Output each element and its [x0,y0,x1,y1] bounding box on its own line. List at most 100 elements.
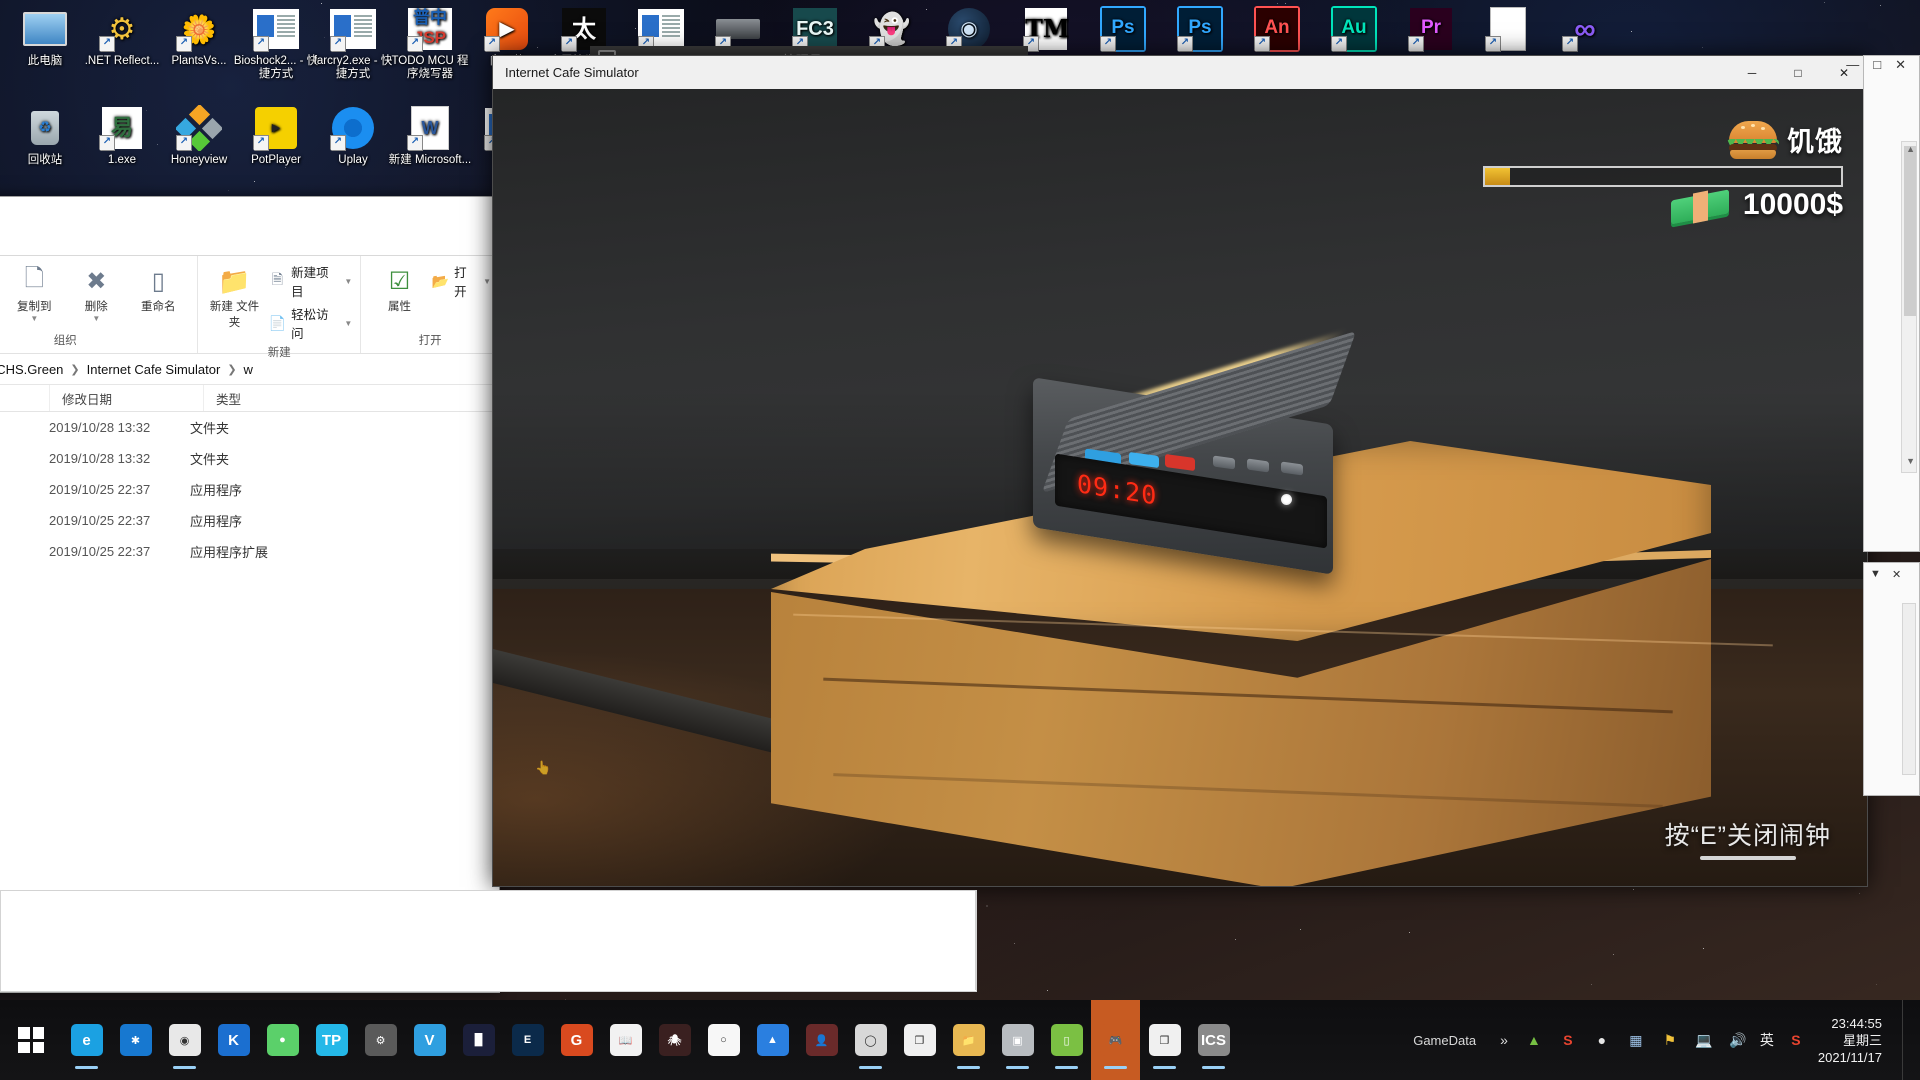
strip2-collapse-icon[interactable]: ▼ [1870,568,1881,580]
strip2-close-icon[interactable]: ✕ [1892,568,1901,581]
file-explorer-window[interactable]: ontent 查看 📋 复制路径 📄 粘贴快捷方式 ⬅ 移动到 [0,196,500,993]
share-icon[interactable]: ▲ [1522,1028,1546,1052]
root-maximize-icon[interactable]: □ [1873,57,1881,73]
gamedata-label[interactable]: GameData [1413,1033,1476,1048]
breadcrumb-item-1[interactable]: 3DMGAME_Internet_Cafe_Simulator.CHS.Gree… [0,362,63,377]
game-window[interactable]: Internet Cafe Simulator ─ □ ✕ 无线电钟 [492,55,1868,887]
desktop-icon-farcry2-shortcut-icon[interactable]: ↗ farcry2.exe - 快捷方式 [310,6,396,81]
strip-down-arrow-icon[interactable]: ▼ [1906,456,1915,466]
file-name-cell[interactable]: MonoBleedingEdge [0,443,49,474]
file-row[interactable]: UnityPlayer.dll2019/10/25 22:37 应用程序扩展 [0,536,499,567]
desktop-icon-premiere-icon[interactable]: Pr ↗ [1388,6,1474,55]
taskbar-item-tb-book[interactable]: 📖 [601,1000,650,1080]
radio-alarm-clock[interactable]: 无线电钟 09:20 [1033,330,1363,575]
file-row[interactable]: Internet Cafe Simulator.exe2019/10/25 22… [0,474,499,505]
root-window-controls[interactable]: — □ ✕ [1846,57,1906,73]
taskbar-item-tb-egg[interactable]: ○ [699,1000,748,1080]
taskbar-item-tb-g[interactable]: G [552,1000,601,1080]
taskbar-item-tb-wechat[interactable]: ● [258,1000,307,1080]
delete-caret-icon[interactable]: ▼ [92,314,100,323]
taskbar-item-tb-dark[interactable]: █ [454,1000,503,1080]
new-item-caret-icon[interactable]: ▼ [344,277,352,286]
desktop-icon-bioshock2-shortcut-icon[interactable]: ↗ Bioshock2... - 快捷方式 [233,6,319,81]
desktop-icon-plants-vs-zombies-icon[interactable]: 🌼 ↗ PlantsVs... [156,6,242,68]
file-list-header[interactable]: 名称 修改日期 类型 ▲ [0,385,499,412]
strip2-scrollbar[interactable] [1902,603,1916,775]
file-name-cell[interactable]: Internet Cafe Simulator_Data [0,412,49,443]
ime-language-label[interactable]: 英 [1760,1030,1774,1050]
taskbar-item-tb-person[interactable]: 👤 [797,1000,846,1080]
taskbar-item-tb-clock[interactable]: ◯ [846,1000,895,1080]
taskbar-item-tb-windows[interactable]: ❐ [895,1000,944,1080]
background-window-strip-top[interactable]: ▲ ▼ [1863,55,1920,552]
taskbar-item-tb-kingsoft[interactable]: K [209,1000,258,1080]
taskbar-item-tb-explorer[interactable]: 📁 [944,1000,993,1080]
ribbon-group-organize[interactable]: ⬅ 移动到 ▼ 🗋 复制到 ▼ ✖ 删除 ▼ ▯ 重命名 [0,256,199,353]
column-header-date[interactable]: 修改日期 [49,385,203,411]
background-window-strip-bottom[interactable]: ▼ ✕ [1863,562,1920,796]
open-button[interactable]: 📂 打开 ▼ [432,260,491,302]
show-desktop-button[interactable] [1902,1000,1912,1080]
grid-icon[interactable]: ▦ [1624,1028,1648,1052]
taskbar-item-tb-tp[interactable]: TP [307,1000,356,1080]
column-header-type[interactable]: 类型 [203,385,336,411]
obs-icon[interactable]: ● [1590,1028,1614,1052]
taskbar-item-tb-gray[interactable]: ▣ [993,1000,1042,1080]
tray-expand-chevron-icon[interactable]: » [1496,1032,1512,1048]
ribbon-group-open[interactable]: ☑ 属性 📂 打开 ▼ 打开 [361,256,499,353]
taskbar-item-tb-ics[interactable]: ICS [1189,1000,1238,1080]
file-row[interactable]: MonoBleedingEdge2019/10/28 13:32 文件夹 [0,443,499,474]
explorer-ribbon[interactable]: 📋 复制路径 📄 粘贴快捷方式 ⬅ 移动到 ▼ 🗋 复制到 [0,256,499,359]
desktop-icon-animate-icon[interactable]: An ↗ [1234,6,1320,55]
desktop-icon-exe-file-icon[interactable]: 易 ↗ 1.exe [79,105,165,167]
desktop-icon-visual-studio-icon[interactable]: ∞ ↗ [1542,6,1628,55]
taskbar-item-tb-tool[interactable]: ⚙ [356,1000,405,1080]
properties-button[interactable]: ☑ 属性 [369,260,429,314]
desktop-icon-word-document-icon[interactable]: W ↗ 新建 Microsoft... [387,105,473,167]
taskbar-item-tb-game[interactable]: 🎮 [1091,1000,1140,1080]
minimize-button[interactable]: ─ [1729,56,1775,89]
rename-button[interactable]: ▯ 重命名 [127,260,189,314]
taskbar-item-tb-chrome[interactable]: ◉ [160,1000,209,1080]
file-name-cell[interactable]: Internet Cafe Simulator.exe [0,474,49,505]
root-minimize-icon[interactable]: — [1846,57,1859,73]
copy-to-caret-icon[interactable]: ▼ [30,314,38,323]
easy-access-caret-icon[interactable]: ▼ [344,319,352,328]
system-tray[interactable]: GameData » ▲ S ● ▦ ⚑ 💻 🔊 英 S 23:44:55 星期… [1413,1000,1920,1080]
column-header-name[interactable]: 名称 [0,385,49,411]
desktop-icon-uplay-icon[interactable]: ↗ Uplay [310,105,396,167]
file-name-cell[interactable]: UnityPlayer.dll [0,536,49,567]
game-viewport[interactable]: 无线电钟 09:20 👆 饥饿 [493,89,1867,886]
open-caret-icon[interactable]: ▼ [483,277,491,286]
delete-button[interactable]: ✖ 删除 ▼ [65,260,127,324]
taskbar-item-tb-chat[interactable]: ✱ [111,1000,160,1080]
file-name-cell[interactable]: ◂UnityCrashHandler64.exe [0,505,49,536]
file-row[interactable]: Internet Cafe Simulator_Data2019/10/28 1… [0,412,499,443]
maximize-button[interactable]: □ [1775,56,1821,89]
file-row[interactable]: ◂UnityCrashHandler64.exe2019/10/25 22:37… [0,505,499,536]
desktop-icon-text-file-icon[interactable]: ↗ [1465,6,1551,55]
desktop-icon-photoshop-icon[interactable]: Ps ↗ [1157,6,1243,55]
breadcrumb-item-3[interactable]: w [244,362,253,377]
desktop-icon-todo-mcu-icon[interactable]: 普中 JSP ↗ TODO MCU 程序烧写器 [387,6,473,81]
sogou-icon[interactable]: S [1556,1028,1580,1052]
root-close-icon[interactable]: ✕ [1895,57,1906,73]
taskbar[interactable]: e ✱ ◉ K ● TP ⚙ V █ E G 📖 🕷 ○ ▲ 👤 ◯ ❐ 📁 ▣ ▯ 🎮 ❐ ICS GameData » ▲… [0,1000,1920,1080]
desktop-icon-audition-icon[interactable]: Au ↗ [1311,6,1397,55]
strip-up-arrow-icon[interactable]: ▲ [1906,144,1915,154]
explorer-titlebar[interactable]: ontent [0,197,499,227]
taskbar-item-tb-greendoc[interactable]: ▯ [1042,1000,1091,1080]
desktop-icon-dotnet-reflector-icon[interactable]: ⚙ ↗ .NET Reflect... [79,6,165,68]
easy-access-button[interactable]: 📄 轻松访问 ▼ [269,302,353,344]
taskbar-item-tb-ie[interactable]: e [62,1000,111,1080]
copy-to-button[interactable]: 🗋 复制到 ▼ [3,260,65,324]
desktop-icon-recycle-bin-icon[interactable]: ♻ 回收站 [2,105,88,167]
explorer-tabstrip[interactable]: 查看 [0,227,499,256]
file-list[interactable]: Internet Cafe Simulator_Data2019/10/28 1… [0,412,499,567]
game-titlebar[interactable]: Internet Cafe Simulator ─ □ ✕ [493,56,1867,89]
breadcrumb-item-2[interactable]: Internet Cafe Simulator [87,362,221,377]
desktop-icon-honeyview-icon[interactable]: ↗ Honeyview [156,105,242,167]
ribbon-group-new[interactable]: 📁 新建 文件夹 🗎 新建项目 ▼ 📄 轻松访问 ▼ 新建 [198,256,362,359]
scrollbar-thumb[interactable] [1904,146,1916,316]
new-folder-button[interactable]: 📁 新建 文件夹 [206,260,262,330]
